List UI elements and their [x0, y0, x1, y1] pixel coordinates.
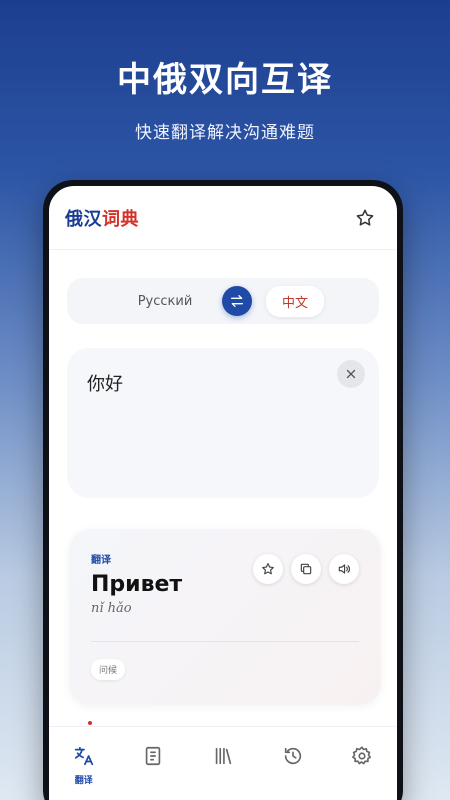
tab-dictionary[interactable] — [128, 745, 178, 800]
app-title-part2: 词典 — [102, 208, 139, 230]
tab-translate[interactable]: 翻译 — [59, 745, 109, 800]
gear-icon — [352, 746, 372, 765]
category-chip[interactable]: 问候 — [91, 659, 126, 680]
promo-subline: 快速翻译解决沟通难题 — [135, 123, 315, 143]
target-language-button[interactable]: 中文 — [265, 285, 324, 317]
bottom-tab-bar: 翻译 — [49, 726, 397, 800]
phone-frame: 俄汉词典 Русский 中文 你好 翻译 Привет nǐ hǎo 问候 翻… — [43, 180, 403, 800]
tab-translate-label: 翻译 — [74, 776, 93, 786]
source-text-input[interactable]: 你好 — [87, 370, 359, 396]
input-area[interactable]: 你好 — [67, 348, 379, 498]
translation-result-card: 翻译 Привет nǐ hǎo 问候 — [69, 529, 381, 705]
swap-languages-button[interactable] — [221, 286, 252, 316]
close-icon — [346, 369, 356, 379]
result-pinyin: nǐ hǎo — [91, 601, 132, 616]
clear-input-button[interactable] — [337, 360, 365, 388]
save-favorite-button[interactable] — [253, 554, 283, 584]
active-tab-indicator — [88, 721, 92, 725]
library-icon — [215, 747, 232, 765]
star-icon — [262, 563, 274, 575]
favorite-star-icon[interactable] — [353, 206, 377, 230]
app-header: 俄汉词典 — [49, 186, 397, 250]
speak-button[interactable] — [329, 554, 359, 584]
app-title: 俄汉词典 — [65, 205, 139, 231]
book-icon — [146, 746, 161, 766]
translate-icon — [74, 746, 93, 766]
app-screen: 俄汉词典 Русский 中文 你好 翻译 Привет nǐ hǎo 问候 翻… — [49, 186, 397, 800]
speaker-icon — [338, 564, 351, 574]
app-title-part1: 俄汉 — [65, 208, 102, 230]
tab-history[interactable] — [268, 745, 318, 800]
tab-settings[interactable] — [337, 745, 387, 800]
promo-headline: 中俄双向互译 — [117, 60, 333, 100]
copy-button[interactable] — [291, 554, 321, 584]
result-actions — [253, 554, 359, 584]
history-icon — [284, 747, 301, 765]
language-selector: Русский 中文 — [67, 278, 379, 324]
swap-icon — [230, 295, 243, 307]
result-divider — [91, 641, 359, 642]
tab-library[interactable] — [198, 745, 248, 800]
source-language-button[interactable]: Русский — [122, 294, 208, 309]
copy-icon — [300, 563, 312, 575]
